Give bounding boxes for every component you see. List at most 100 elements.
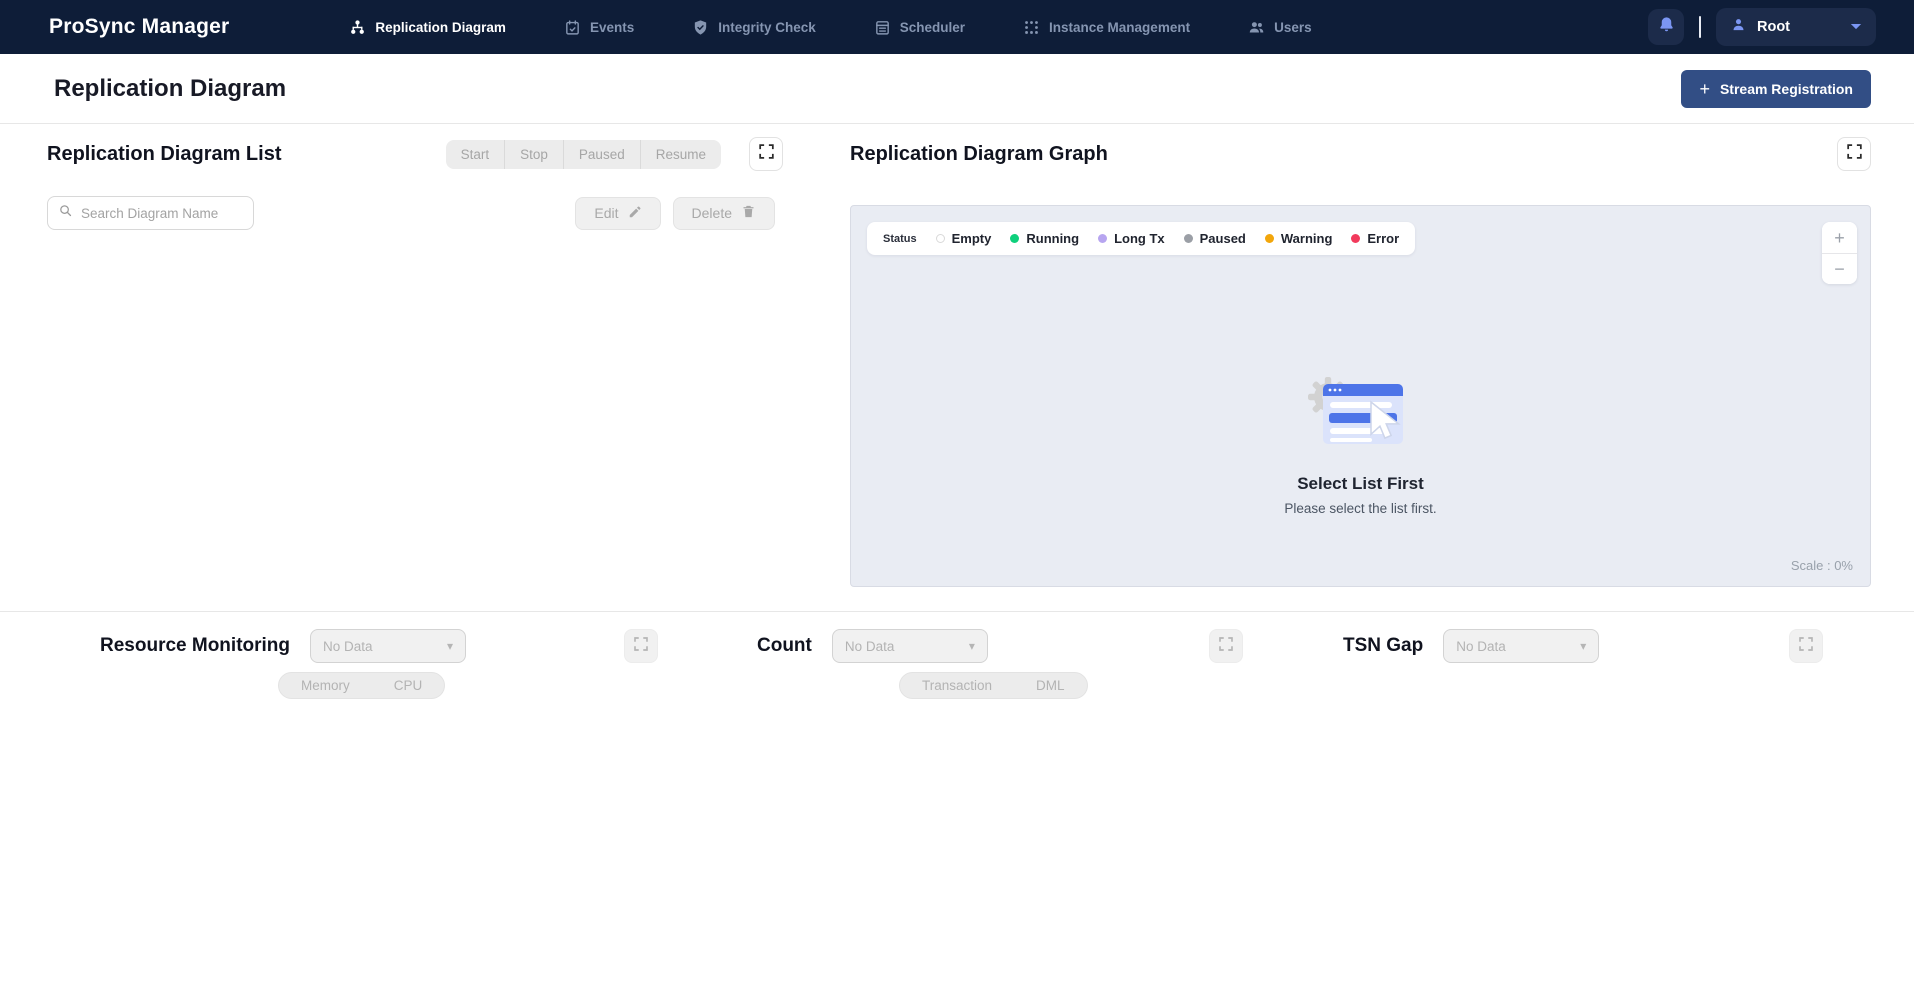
select-value: No Data [1456,639,1506,654]
stream-registration-label: Stream Registration [1720,81,1853,97]
status-dot-paused [1184,234,1193,243]
start-button[interactable]: Start [446,140,505,169]
select-list-illustration [1191,366,1531,462]
tsn-gap-select[interactable]: No Data ▾ [1443,629,1599,663]
nav-item-label: Events [590,20,634,35]
sitemap-icon [349,19,366,36]
count-tabs: Transaction DML [899,672,1088,699]
nav-item-events[interactable]: Events [564,19,634,36]
tab-memory[interactable]: Memory [279,678,372,693]
graph-panel-header: Replication Diagram Graph [850,136,1871,172]
nav-item-users[interactable]: Users [1248,19,1312,36]
nav-menu: Replication Diagram Events [349,19,1311,36]
nav-item-label: Scheduler [900,20,965,35]
person-icon [1730,16,1747,38]
scale-indicator: Scale : 0% [1791,558,1853,573]
status-dot-running [1010,234,1019,243]
status-dot-long-tx [1098,234,1107,243]
tab-dml[interactable]: DML [1014,678,1087,693]
legend-item-label: Warning [1281,231,1333,246]
tsn-gap-fullscreen-button[interactable] [1789,629,1823,663]
top-nav: ProSync Manager Replication Diagram [0,0,1914,54]
dropdown-arrow-icon: ▾ [969,639,975,653]
legend-item-label: Running [1026,231,1079,246]
tab-cpu[interactable]: CPU [372,678,445,693]
resume-button[interactable]: Resume [640,140,721,169]
search-icon [58,203,73,223]
users-icon [1248,19,1265,36]
nav-item-integrity-check[interactable]: Integrity Check [692,19,816,36]
nav-item-label: Replication Diagram [375,20,506,35]
fullscreen-icon [1845,142,1864,166]
zoom-controls: + − [1822,222,1857,284]
nav-item-instance-management[interactable]: Instance Management [1023,19,1190,36]
list-panel-title: Replication Diagram List [47,143,282,166]
tsn-gap-section: TSN Gap No Data ▾ [1343,629,1823,701]
status-dot-empty [936,234,945,243]
nav-item-label: Integrity Check [718,20,816,35]
user-menu-button[interactable]: Root [1716,8,1876,46]
nav-divider [1699,16,1701,38]
resource-monitoring-section: Resource Monitoring No Data ▾ Memory CPU [100,629,658,701]
status-dot-error [1351,234,1360,243]
resource-monitoring-select[interactable]: No Data ▾ [310,629,466,663]
page-header: Replication Diagram + Stream Registratio… [0,54,1914,124]
nav-item-replication-diagram[interactable]: Replication Diagram [349,19,506,36]
minus-icon: − [1834,260,1845,278]
select-value: No Data [323,639,373,654]
zoom-out-button[interactable]: − [1822,253,1857,284]
legend-item-label: Error [1367,231,1399,246]
shield-check-icon [692,19,709,36]
paused-button[interactable]: Paused [563,140,640,169]
resource-tabs: Memory CPU [278,672,445,699]
zoom-in-button[interactable]: + [1822,222,1857,253]
legend-item-long-tx: Long Tx [1098,231,1165,246]
fullscreen-icon [632,635,650,658]
graph-canvas[interactable]: Status Empty Running Long Tx Paused Warn… [850,205,1871,587]
fullscreen-icon [757,142,776,166]
legend-item-error: Error [1351,231,1399,246]
app-window: ProSync Manager Replication Diagram [0,0,1914,988]
search-input[interactable] [81,206,258,221]
count-fullscreen-button[interactable] [1209,629,1243,663]
edit-button[interactable]: Edit [575,197,660,230]
tab-transaction[interactable]: Transaction [900,678,1014,693]
section-divider [0,611,1914,612]
delete-button[interactable]: Delete [673,197,775,230]
empty-state-title: Select List First [1191,474,1531,494]
graph-empty-state: Select List First Please select the list… [1191,366,1531,516]
brand-logo: ProSync Manager [49,15,229,39]
notifications-button[interactable] [1648,9,1684,45]
stop-button[interactable]: Stop [504,140,563,169]
stream-registration-button[interactable]: + Stream Registration [1681,70,1871,108]
count-title: Count [757,635,812,657]
count-section: Count No Data ▾ Transaction DML [757,629,1243,701]
list-toolbar: Edit Delete [47,196,783,230]
count-select[interactable]: No Data ▾ [832,629,988,663]
bell-icon [1657,15,1676,39]
page-title: Replication Diagram [54,75,286,103]
legend-item-paused: Paused [1184,231,1246,246]
status-dot-warning [1265,234,1274,243]
edit-button-label: Edit [594,205,618,221]
legend-item-label: Long Tx [1114,231,1165,246]
status-legend: Status Empty Running Long Tx Paused Warn… [867,222,1415,255]
trash-icon [741,204,756,222]
select-value: No Data [845,639,895,654]
grid-dots-icon [1023,19,1040,36]
legend-title: Status [883,233,917,245]
graph-fullscreen-button[interactable] [1837,137,1871,171]
empty-state-subtitle: Please select the list first. [1191,501,1531,516]
chevron-down-icon [1850,18,1862,36]
resource-fullscreen-button[interactable] [624,629,658,663]
pencil-icon [628,205,642,222]
legend-item-label: Paused [1200,231,1246,246]
nav-right-cluster: Root [1648,8,1876,46]
dropdown-arrow-icon: ▾ [1580,639,1586,653]
legend-item-warning: Warning [1265,231,1333,246]
nav-item-label: Users [1274,20,1312,35]
nav-item-scheduler[interactable]: Scheduler [874,19,965,36]
list-fullscreen-button[interactable] [749,137,783,171]
legend-item-label: Empty [952,231,992,246]
calendar-lines-icon [874,19,891,36]
